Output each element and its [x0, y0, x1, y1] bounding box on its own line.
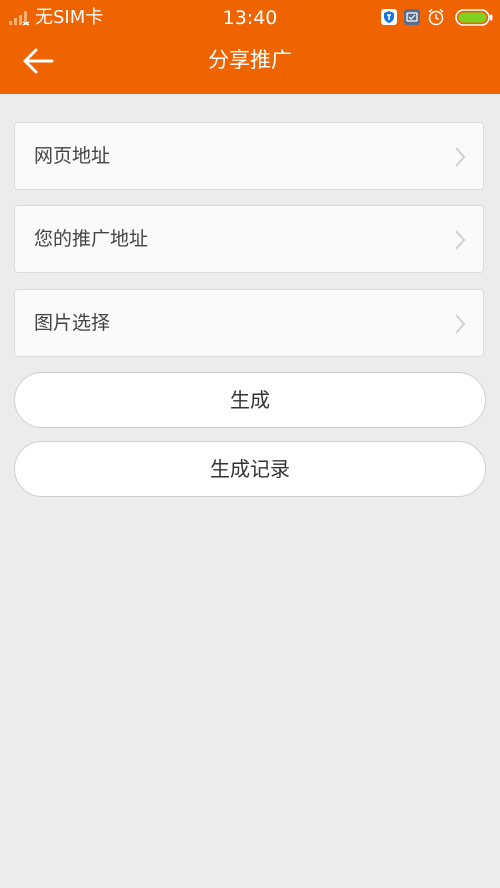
image-select-row[interactable]: 图片选择 [14, 289, 484, 357]
chevron-right-icon [455, 230, 466, 250]
alarm-icon [428, 8, 444, 26]
status-bar: 无SIM卡 13:40 [0, 0, 500, 36]
promotion-address-row[interactable]: 您的推广地址 [14, 205, 484, 273]
chevron-right-icon [455, 314, 466, 334]
promotion-address-label: 您的推广地址 [34, 228, 149, 250]
web-address-label: 网页地址 [34, 145, 111, 167]
app-icon [404, 9, 420, 25]
status-time: 13:40 [222, 7, 278, 29]
image-select-label: 图片选择 [34, 312, 111, 334]
web-address-row[interactable]: 网页地址 [14, 122, 484, 190]
title-bar: 分享推广 [0, 36, 500, 86]
page-title: 分享推广 [208, 48, 292, 72]
battery-icon [455, 9, 493, 26]
generate-history-button[interactable]: 生成记录 [14, 441, 486, 497]
chevron-right-icon [455, 147, 466, 167]
app-header: 无SIM卡 13:40 分享推广 [0, 0, 500, 94]
shield-app-icon [381, 9, 397, 25]
generate-button[interactable]: 生成 [14, 372, 486, 428]
